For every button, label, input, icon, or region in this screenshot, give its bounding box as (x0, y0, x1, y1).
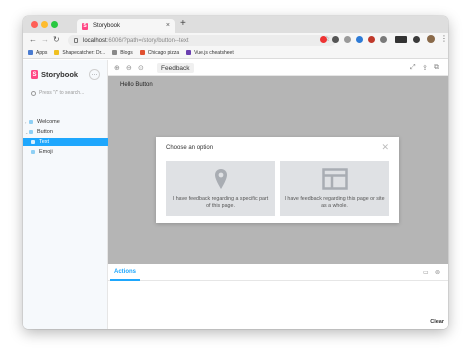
bookmark-vue-cheatsheet[interactable]: Vue.js cheatsheet (186, 50, 234, 56)
bookmark-label: Blogs (120, 49, 133, 56)
feedback-option-whole[interactable]: I have feedback regarding this page or s… (280, 161, 389, 216)
storybook-sidebar: S Storybook ··· Press "/" to search... ›… (23, 60, 108, 329)
minimize-window-button[interactable] (41, 21, 48, 28)
tab-strip: S Storybook × + (23, 16, 448, 33)
apps-grid-icon (28, 50, 33, 55)
address-bar[interactable]: localhost:6006/?path=/story/button--text… (68, 35, 336, 46)
option-whole-label: I have feedback regarding this page or s… (284, 196, 385, 209)
clear-button[interactable]: Clear (430, 319, 444, 325)
sidebar-item-emoji[interactable]: Emoji (23, 148, 108, 156)
storybook-brand[interactable]: S Storybook (31, 70, 78, 79)
vue-icon (186, 50, 192, 55)
bookmark-label: Shapecatcher: Dr... (62, 49, 106, 56)
page-layout-icon (321, 168, 348, 190)
extension-opera-icon[interactable] (320, 36, 327, 43)
extension-circle-icon[interactable] (332, 36, 339, 43)
sidebar-item-label: Button (37, 129, 53, 135)
story-canvas: Hello Button Choose an option ✕ I have f… (108, 76, 448, 264)
bookmarks-bar: Apps Shapecatcher: Dr... Blogs Chicago p… (23, 47, 448, 59)
zoom-reset-icon[interactable]: ⊙ (138, 64, 144, 72)
bookmark-apps[interactable]: Apps (28, 50, 47, 56)
sidebar-item-text[interactable]: Text (23, 138, 108, 146)
shapecatcher-icon (54, 50, 60, 55)
lock-icon (74, 38, 78, 43)
panel-layout-icon[interactable]: ▭ (423, 269, 429, 276)
share-icon[interactable]: ⇪ (422, 64, 428, 72)
addons-panel: Actions ▭ ⊚ Clear (108, 264, 448, 329)
extension-terminal-icon[interactable] (395, 36, 407, 43)
url-path: :6006/?path=/story/button--text (106, 37, 189, 44)
folder-icon (112, 50, 118, 55)
url-host: localhost (83, 37, 107, 44)
back-button[interactable]: ← (29, 35, 37, 44)
modal-title: Choose an option (166, 145, 214, 151)
sidebar-item-label: Emoji (39, 149, 53, 155)
bookmark-label: Vue.js cheatsheet (194, 49, 234, 56)
fullscreen-icon[interactable]: ⤢ (410, 64, 416, 72)
extension-blue-icon[interactable] (356, 36, 363, 43)
active-tab-indicator (110, 279, 140, 281)
sidebar-item-welcome[interactable]: › Welcome (23, 118, 108, 126)
browser-window: S Storybook × + ← → ↻ localhost:6006/?pa… (23, 16, 448, 329)
extension-gray-icon[interactable] (344, 36, 351, 43)
sidebar-item-label: Text (39, 139, 50, 145)
extension-dark-icon[interactable] (413, 36, 420, 43)
story-content: Hello Button (120, 82, 153, 88)
story-icon (31, 150, 35, 154)
zoom-in-icon[interactable]: ⊕ (114, 64, 120, 72)
search-icon (31, 90, 36, 96)
feedback-option-specific[interactable]: I have feedback regarding a specific par… (166, 161, 275, 216)
browser-tab-storybook[interactable]: S Storybook × (77, 19, 175, 33)
feedback-modal: Choose an option ✕ I have feedback regar… (156, 137, 399, 223)
addons-tabbar: Actions ▭ ⊚ (108, 264, 448, 281)
close-icon[interactable]: ✕ (381, 142, 389, 153)
sidebar-menu-button[interactable]: ··· (89, 69, 100, 80)
new-tab-button[interactable]: + (180, 18, 186, 29)
storybook-main: ⊕ ⊖ ⊙ Feedback ⤢ ⇪ ⧉ Hello Button Choose… (108, 60, 448, 329)
pizza-icon (139, 50, 145, 55)
bookmark-chicago-pizza[interactable]: Chicago pizza (139, 49, 180, 56)
preview-toolbar: ⊕ ⊖ ⊙ Feedback ⤢ ⇪ ⧉ (108, 60, 448, 76)
sidebar-item-label: Welcome (37, 119, 60, 125)
tab-feedback[interactable]: Feedback (157, 63, 194, 73)
bookmark-label: Chicago pizza (147, 49, 180, 56)
tab-title: Storybook (93, 23, 121, 29)
bookmark-blogs[interactable]: Blogs (112, 50, 133, 56)
browser-menu-icon[interactable]: ⋮ (440, 34, 448, 43)
extension-puzzle-icon[interactable] (380, 36, 387, 43)
search-input[interactable]: Press "/" to search... (31, 88, 105, 98)
extension-red-icon[interactable] (368, 36, 375, 43)
tab-actions[interactable]: Actions (114, 269, 136, 275)
location-pin-icon (214, 169, 227, 189)
brand-name: Storybook (41, 70, 79, 79)
component-icon (29, 120, 33, 124)
sidebar-item-button[interactable]: ⌄ Button (23, 128, 108, 136)
profile-avatar[interactable] (427, 35, 435, 43)
bookmark-label: Apps (36, 49, 48, 56)
reload-button[interactable]: ↻ (53, 35, 60, 44)
search-placeholder: Press "/" to search... (39, 90, 85, 96)
close-window-button[interactable] (31, 21, 38, 28)
story-icon (31, 140, 35, 144)
zoom-out-icon[interactable]: ⊖ (126, 64, 132, 72)
component-icon (29, 130, 33, 134)
panel-settings-icon[interactable]: ⊚ (435, 269, 440, 276)
forward-button[interactable]: → (41, 35, 49, 44)
copy-link-icon[interactable]: ⧉ (434, 64, 439, 72)
bookmark-shapecatcher[interactable]: Shapecatcher: Dr... (54, 50, 105, 56)
option-specific-label: I have feedback regarding a specific par… (172, 196, 269, 209)
storybook-logo-icon: S (31, 70, 38, 79)
tab-close-icon[interactable]: × (166, 22, 170, 29)
storybook-favicon-icon: S (82, 22, 88, 30)
maximize-window-button[interactable] (51, 21, 58, 28)
